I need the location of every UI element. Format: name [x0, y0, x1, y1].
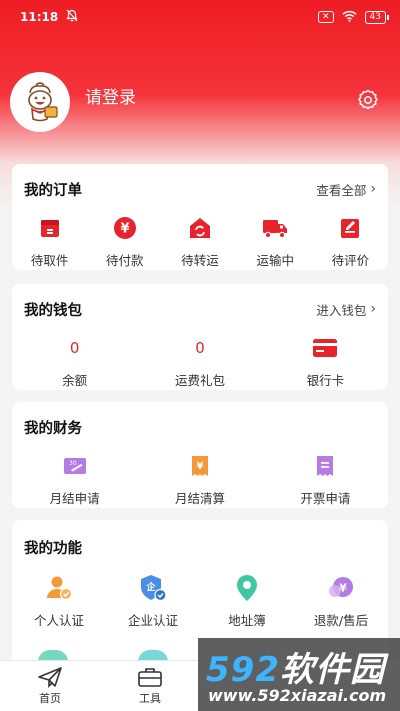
finance-item-monthly-apply[interactable]: 30 月结申请	[12, 452, 137, 507]
tab-home[interactable]: 首页	[0, 661, 100, 711]
view-all-orders-link[interactable]: 查看全部 ›	[316, 180, 376, 199]
order-item-review[interactable]: 待评价	[313, 214, 388, 269]
paper-plane-icon	[38, 667, 62, 688]
watermark-brand: 592软件园	[206, 642, 385, 691]
finance-item-monthly-settle[interactable]: ¥ 月结清算	[137, 452, 262, 507]
package-pickup-icon	[36, 214, 64, 242]
order-item-transfer[interactable]: 待转运	[162, 214, 237, 269]
wallet-bank-card[interactable]: 银行卡	[263, 334, 388, 389]
wallet-card: 我的钱包 进入钱包 › 0 余额 0 运费礼包 银行卡	[12, 284, 388, 390]
site-watermark: 592软件园 www.592xiazai.com	[198, 638, 400, 711]
finance-item-label: 月结清算	[174, 491, 225, 506]
finance-row: 30 月结申请 ¥ 月结清算 开票申请	[12, 452, 388, 507]
svg-text:¥: ¥	[120, 222, 129, 237]
mascot-icon	[28, 82, 58, 122]
svg-text:¥: ¥	[339, 582, 347, 595]
wallet-title: 我的钱包	[24, 302, 82, 319]
battery-indicator: 43	[364, 10, 390, 24]
enter-wallet-link[interactable]: 进入钱包 ›	[316, 300, 376, 319]
wifi-icon	[342, 10, 357, 25]
orders-title: 我的订单	[24, 182, 82, 199]
truck-icon	[261, 214, 289, 242]
monthly-settle-icon: ¥	[186, 452, 214, 480]
order-item-label: 运输中	[256, 253, 294, 268]
function-item-label: 地址簿	[228, 613, 266, 628]
wallet-balance[interactable]: 0 余额	[12, 334, 137, 389]
balance-label: 余额	[62, 373, 88, 388]
login-link[interactable]: 请登录	[85, 83, 136, 108]
transfer-house-icon	[186, 214, 214, 242]
enterprise-verify-icon: 企	[139, 574, 167, 602]
watermark-url: www.592xiazai.com	[208, 686, 387, 705]
monthly-apply-icon: 30	[61, 452, 89, 480]
personal-verify-icon	[45, 574, 73, 602]
order-item-in-transit[interactable]: 运输中	[238, 214, 313, 269]
function-item-label: 个人认证	[33, 613, 84, 628]
order-item-label: 待转运	[181, 253, 219, 268]
function-item-refund[interactable]: ¥ 退款/售后	[294, 574, 388, 629]
tab-home-label: 首页	[39, 692, 61, 705]
enter-wallet-label: 进入钱包	[316, 302, 367, 318]
wallet-header: 我的钱包 进入钱包 ›	[12, 284, 388, 334]
profile-section: 请登录	[10, 72, 390, 132]
orders-row: 待取件 ¥ 待付款 待转运 运输中 待评价	[12, 214, 388, 269]
watermark-brand-text: 软件园	[279, 650, 385, 690]
status-bar: 11:18 ✕ 43	[0, 0, 400, 34]
invoice-icon	[311, 452, 339, 480]
function-item-label: 企业认证	[127, 613, 178, 628]
tab-tools[interactable]: 工具	[100, 661, 200, 711]
status-time: 11:18	[20, 10, 59, 24]
orders-header: 我的订单 查看全部 ›	[12, 164, 388, 214]
tab-tools-label: 工具	[139, 692, 161, 705]
order-item-label: 待付款	[106, 253, 144, 268]
finance-title: 我的财务	[24, 420, 82, 437]
sim-icon: ✕	[318, 11, 334, 23]
wallet-row: 0 余额 0 运费礼包 银行卡	[12, 334, 388, 389]
avatar[interactable]	[10, 72, 70, 132]
review-edit-icon	[336, 214, 364, 242]
orders-card: 我的订单 查看全部 › 待取件 ¥ 待付款 待转运 运输中 待评价	[12, 164, 388, 270]
yen-payment-icon: ¥	[111, 214, 139, 242]
balance-value: 0	[69, 339, 80, 357]
gift-value: 0	[195, 339, 205, 357]
gift-label: 运费礼包	[174, 373, 225, 388]
finance-card: 我的财务 30 月结申请 ¥ 月结清算 开票申请	[12, 402, 388, 508]
wallet-gift[interactable]: 0 运费礼包	[137, 334, 262, 389]
bank-card-icon	[311, 334, 339, 362]
function-item-personal-verify[interactable]: 个人认证	[12, 574, 106, 629]
chevron-right-icon: ›	[370, 181, 376, 197]
svg-text:企: 企	[145, 581, 156, 593]
function-item-enterprise-verify[interactable]: 企 企业认证	[106, 574, 200, 629]
functions-row: 个人认证 企 企业认证 地址簿 ¥ 退款/售后	[12, 574, 388, 629]
watermark-brand-number: 592	[206, 650, 280, 690]
mute-bell-icon	[66, 9, 78, 25]
functions-title: 我的功能	[24, 540, 82, 557]
location-pin-icon	[233, 574, 261, 602]
settings-gear-icon[interactable]	[356, 88, 380, 112]
order-item-payment[interactable]: ¥ 待付款	[87, 214, 162, 269]
finance-item-label: 开票申请	[300, 491, 351, 506]
svg-text:¥: ¥	[197, 461, 204, 472]
finance-item-invoice[interactable]: 开票申请	[263, 452, 388, 507]
order-item-label: 待取件	[30, 253, 69, 268]
toolbox-icon	[138, 668, 162, 687]
status-right: ✕ 43	[318, 10, 390, 25]
function-item-address-book[interactable]: 地址簿	[200, 574, 294, 629]
finance-header: 我的财务	[12, 402, 388, 452]
order-item-label: 待评价	[331, 253, 370, 268]
order-item-pickup[interactable]: 待取件	[12, 214, 87, 269]
refund-icon: ¥	[327, 574, 355, 602]
finance-item-label: 月结申请	[49, 491, 100, 506]
chevron-right-icon: ›	[370, 301, 376, 317]
functions-header: 我的功能	[12, 520, 388, 574]
function-item-label: 退款/售后	[313, 613, 369, 628]
bank-card-label: 银行卡	[306, 373, 345, 388]
svg-text:30: 30	[69, 460, 77, 467]
view-all-label: 查看全部	[316, 182, 367, 198]
